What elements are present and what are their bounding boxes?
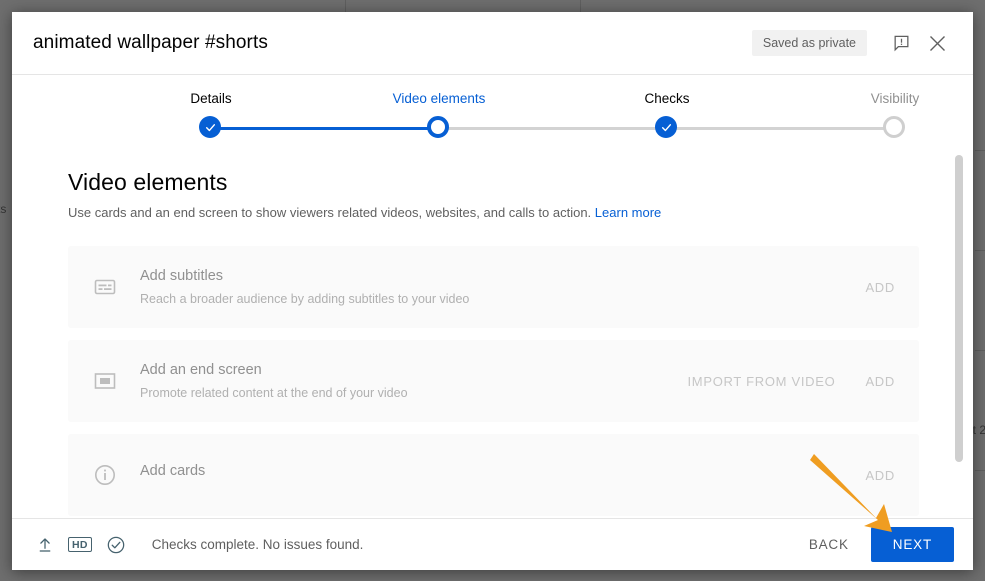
stepper-dot-video-elements[interactable]	[427, 116, 451, 140]
check-icon	[655, 116, 677, 138]
stepper-label: Visibility	[870, 91, 920, 106]
checks-status-text: Checks complete. No issues found.	[151, 537, 364, 552]
import-from-video-button[interactable]: IMPORT FROM VIDEO	[688, 374, 836, 389]
dialog-body: Video elements Use cards and an end scre…	[12, 147, 973, 518]
back-button[interactable]: Back	[795, 528, 863, 561]
upload-dialog: animated wallpaper #shorts Saved as priv…	[12, 12, 973, 570]
body-scrollbar-thumb[interactable]	[955, 155, 963, 462]
dialog-footer: HD Checks complete. No issues found. Bac…	[12, 518, 973, 570]
element-row-end-screen[interactable]: Add an end screen Promote related conten…	[68, 340, 919, 423]
report-feedback-icon[interactable]	[885, 27, 917, 59]
stepper-connector-3	[667, 127, 895, 130]
upload-stepper: Details Video elements Checks Visibility	[12, 75, 973, 147]
saved-status-chip: Saved as private	[751, 30, 867, 56]
stepper-dot-checks[interactable]	[655, 116, 679, 140]
background-divider	[975, 470, 985, 471]
stepper-connector-2	[439, 127, 667, 130]
background-divider	[975, 350, 985, 351]
element-row-actions: IMPORT FROM VIDEO ADD	[688, 374, 896, 389]
element-row-title: Add subtitles	[140, 268, 224, 285]
stepper-label: Checks	[644, 91, 690, 106]
hd-badge-label: HD	[68, 537, 92, 552]
hd-badge: HD	[68, 537, 92, 552]
element-row-actions: ADD	[865, 280, 895, 295]
background-divider	[975, 250, 985, 251]
dialog-title: animated wallpaper #shorts	[33, 32, 268, 53]
stepper-step-video-elements[interactable]: Video elements	[349, 75, 529, 106]
background-divider	[580, 0, 581, 12]
future-step-ring	[883, 116, 905, 138]
current-step-ring	[427, 116, 449, 138]
stepper-connector-1	[211, 127, 439, 130]
stepper-step-details[interactable]: Details	[121, 75, 301, 106]
section-description: Use cards and an end screen to show view…	[68, 204, 919, 222]
element-row-title: Add an end screen	[140, 362, 262, 379]
body-scrollbar-track[interactable]	[955, 155, 963, 510]
element-row-subtitle: Reach a broader audience by adding subti…	[140, 292, 470, 307]
element-row-cards[interactable]: Add cards ADD	[68, 434, 919, 517]
background-divider	[345, 0, 346, 12]
end-screen-icon	[90, 366, 120, 396]
element-row-actions: ADD	[865, 468, 895, 483]
subtitles-icon	[90, 272, 120, 302]
element-row-title: Add cards	[140, 463, 206, 480]
next-button[interactable]: Next	[870, 527, 954, 562]
cards-icon	[90, 460, 120, 490]
stepper-step-checks[interactable]: Checks	[577, 75, 757, 106]
add-end-screen-button[interactable]: ADD	[865, 374, 895, 389]
check-circle-icon	[106, 535, 126, 555]
stepper-step-visibility[interactable]: Visibility	[805, 75, 973, 106]
close-icon[interactable]	[921, 27, 953, 59]
background-text-left: ts	[0, 202, 7, 216]
add-subtitles-button[interactable]: ADD	[865, 280, 895, 295]
stepper-dot-visibility[interactable]	[883, 116, 907, 140]
stepper-label: Details	[190, 91, 232, 106]
section-description-text: Use cards and an end screen to show view…	[68, 205, 592, 220]
upload-icon[interactable]	[36, 536, 54, 554]
stepper-dot-details[interactable]	[199, 116, 223, 140]
background-divider	[975, 150, 985, 151]
element-row-subtitles[interactable]: Add subtitles Reach a broader audience b…	[68, 246, 919, 329]
add-cards-button[interactable]: ADD	[865, 468, 895, 483]
learn-more-link[interactable]: Learn more	[595, 205, 661, 220]
element-row-subtitle: Promote related content at the end of yo…	[140, 386, 408, 401]
stepper-label: Video elements	[392, 91, 486, 106]
check-icon	[199, 116, 221, 138]
section-title: Video elements	[68, 169, 228, 195]
dialog-header: animated wallpaper #shorts Saved as priv…	[12, 12, 973, 75]
